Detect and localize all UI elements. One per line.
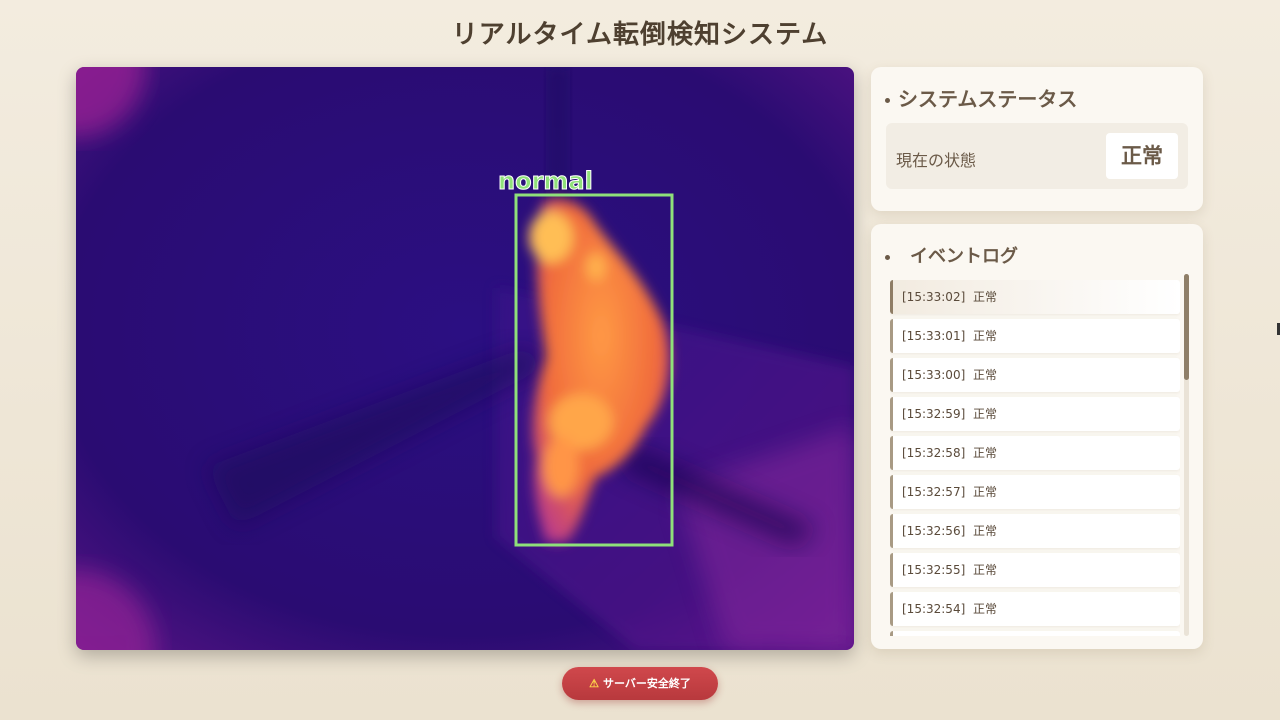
status-heading-text: システムステータス	[898, 87, 1078, 111]
bullet-icon	[885, 254, 890, 260]
log-time: [15:32:54]	[902, 602, 966, 616]
log-time: [15:33:00]	[902, 368, 966, 382]
log-entry: [15:33:00] 正常	[890, 358, 1180, 392]
log-entry: [15:32:55] 正常	[890, 553, 1180, 587]
thermal-image: normal	[76, 67, 854, 650]
current-status-value: 正常	[1106, 133, 1178, 179]
log-time: [15:33:01]	[902, 329, 966, 343]
detection-label: normal	[498, 167, 593, 195]
log-entry: [15:33:01] 正常	[890, 319, 1180, 353]
log-time: [15:32:57]	[902, 485, 966, 499]
log-time: [15:32:56]	[902, 524, 966, 538]
system-status-card: システムステータス 現在の状態 正常	[871, 67, 1203, 211]
log-entry: [15:32:56] 正常	[890, 514, 1180, 548]
status-heading: システムステータス	[885, 83, 1077, 112]
log-entry: [15:32:54] 正常	[890, 592, 1180, 626]
log-entry: [15:32:59] 正常	[890, 397, 1180, 431]
event-log-heading-text: イベントログ	[910, 246, 1018, 267]
log-status: 正常	[973, 329, 998, 343]
log-time: [15:32:55]	[902, 563, 966, 577]
log-entry: [15:33:02] 正常	[890, 280, 1180, 314]
shutdown-label: サーバー安全終了	[602, 678, 691, 690]
event-log-card: イベントログ [15:33:02] 正常 [15:33:01] 正常 [15:3…	[871, 224, 1203, 649]
log-scrollbar-thumb[interactable]	[1184, 274, 1189, 380]
log-entry: [15:32:58] 正常	[890, 436, 1180, 470]
thermal-video-feed: normal	[76, 67, 854, 650]
log-entry-partial	[890, 631, 1180, 636]
event-log-heading: イベントログ	[885, 242, 1018, 268]
log-status: 正常	[973, 407, 998, 421]
event-log-list[interactable]: [15:33:02] 正常 [15:33:01] 正常 [15:33:00] 正…	[890, 280, 1180, 636]
log-entry: [15:32:57] 正常	[890, 475, 1180, 509]
log-status: 正常	[973, 290, 998, 304]
log-time: [15:32:59]	[902, 407, 966, 421]
log-time: [15:32:58]	[902, 446, 966, 460]
log-time: [15:33:02]	[902, 290, 966, 304]
warning-icon: ⚠	[589, 678, 599, 690]
server-shutdown-button[interactable]: ⚠ サーバー安全終了	[562, 667, 718, 700]
log-status: 正常	[973, 485, 998, 499]
current-status-label: 現在の状態	[896, 151, 977, 170]
log-status: 正常	[973, 446, 998, 460]
page-title: リアルタイム転倒検知システム	[451, 20, 829, 50]
current-status-box: 現在の状態 正常	[886, 123, 1188, 189]
log-status: 正常	[973, 602, 998, 616]
bullet-icon	[885, 98, 890, 103]
log-status: 正常	[973, 368, 998, 382]
log-status: 正常	[973, 524, 998, 538]
log-status: 正常	[973, 563, 998, 577]
